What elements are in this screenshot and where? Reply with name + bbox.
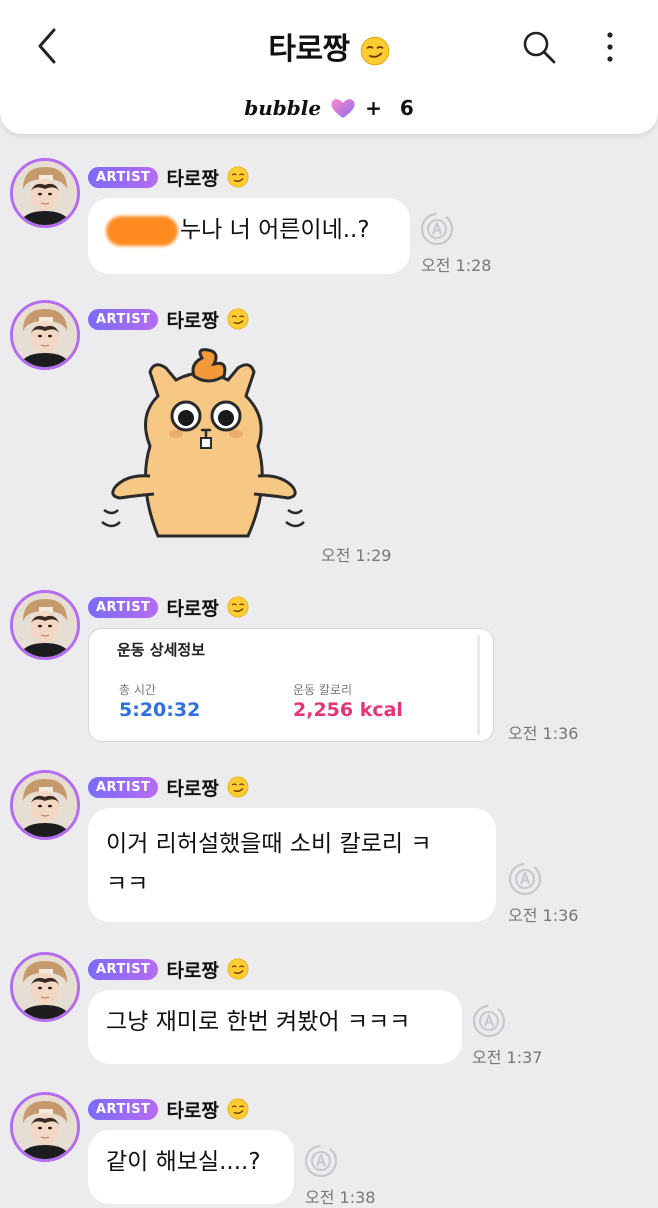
timestamp: 오전 1:37: [472, 1048, 543, 1067]
translate-icon[interactable]: [508, 862, 542, 896]
message-text: 같이 해보실....?: [106, 1149, 261, 1175]
sender-row: ARTIST 타로짱: [88, 164, 249, 190]
artist-photo: [13, 161, 77, 225]
search-icon[interactable]: [520, 28, 558, 66]
bubble-count: 6: [399, 96, 414, 120]
smirking-face-icon: [227, 308, 249, 330]
avatar[interactable]: [10, 770, 80, 840]
sender-row: ARTIST 타로짱: [88, 594, 249, 620]
sender-row: ARTIST 타로짱: [88, 956, 249, 982]
sender-name: 타로짱: [166, 309, 219, 332]
message-text-line-1: 이거 리허설했을때 소비 칼로리 ㅋ: [106, 831, 432, 857]
sender-name: 타로짱: [166, 959, 219, 982]
message-text: 그냥 재미로 한번 켜봤어 ㅋㅋㅋ: [106, 1009, 411, 1035]
artist-photo: [13, 303, 77, 367]
bubble-subscription-row[interactable]: bubble + 6: [0, 96, 658, 120]
translate-icon[interactable]: [304, 1144, 338, 1178]
artist-badge: ARTIST: [88, 596, 159, 618]
artist-photo: [13, 1095, 77, 1159]
card-title: 운동 상세정보: [117, 641, 206, 659]
smirking-face-icon: [227, 958, 249, 980]
avatar[interactable]: [10, 300, 80, 370]
heart-icon: [331, 99, 355, 118]
sender-name: 타로짱: [166, 1099, 219, 1122]
sender-row: ARTIST 타로짱: [88, 774, 249, 800]
sender-name: 타로짱: [166, 597, 219, 620]
message-text-line-2: ㅋㅋ: [106, 871, 149, 897]
smirking-face-icon: [227, 166, 249, 188]
card-value-time: 5:20:32: [119, 699, 201, 721]
artist-badge: ARTIST: [88, 308, 159, 330]
more-vertical-icon[interactable]: [598, 28, 622, 66]
page-title: 타로짱: [0, 24, 658, 68]
timestamp: 오전 1:29: [321, 546, 392, 565]
avatar[interactable]: [10, 590, 80, 660]
message-bubble[interactable]: 같이 해보실....?: [88, 1130, 294, 1204]
timestamp: 오전 1:36: [508, 724, 579, 743]
artist-badge: ARTIST: [88, 958, 159, 980]
message-bubble[interactable]: 누나 너 어른이네..?: [88, 198, 410, 274]
card-label-calories: 운동 칼로리: [293, 683, 353, 697]
hamster-shrug-sticker[interactable]: [98, 346, 308, 546]
avatar[interactable]: [10, 1092, 80, 1162]
card-divider: [477, 635, 480, 735]
sender-row: ARTIST 타로짱: [88, 1096, 249, 1122]
avatar[interactable]: [10, 158, 80, 228]
smirking-face-icon: [227, 776, 249, 798]
translate-icon[interactable]: [472, 1004, 506, 1038]
message-bubble[interactable]: 그냥 재미로 한번 켜봤어 ㅋㅋㅋ: [88, 990, 462, 1064]
artist-photo: [13, 955, 77, 1019]
avatar[interactable]: [10, 952, 80, 1022]
artist-badge: ARTIST: [88, 1098, 159, 1120]
card-label-time: 총 시간: [119, 683, 156, 697]
artist-photo: [13, 773, 77, 837]
artist-badge: ARTIST: [88, 166, 159, 188]
workout-card[interactable]: 운동 상세정보 총 시간 5:20:32 운동 칼로리 2,256 kcal: [88, 628, 494, 742]
plus-sign: +: [365, 96, 382, 120]
redacted-name: [106, 215, 178, 246]
smirking-face-icon: [360, 36, 390, 66]
timestamp: 오전 1:28: [421, 256, 492, 275]
card-value-calories: 2,256 kcal: [293, 699, 403, 721]
artist-badge: ARTIST: [88, 776, 159, 798]
sender-name: 타로짱: [166, 777, 219, 800]
timestamp: 오전 1:36: [508, 906, 579, 925]
smirking-face-icon: [227, 596, 249, 618]
translate-icon[interactable]: [420, 212, 454, 246]
bubble-logo: bubble: [244, 96, 322, 120]
sender-row: ARTIST 타로짱: [88, 306, 249, 332]
sender-name: 타로짱: [166, 167, 219, 190]
message-text: 누나 너 어른이네..?: [180, 217, 370, 243]
smirking-face-icon: [227, 1098, 249, 1120]
chat-header: 타로짱 bubble + 6: [0, 0, 658, 134]
artist-photo: [13, 593, 77, 657]
timestamp: 오전 1:38: [305, 1188, 376, 1207]
message-bubble[interactable]: 이거 리허설했을때 소비 칼로리 ㅋ ㅋㅋ: [88, 808, 496, 922]
